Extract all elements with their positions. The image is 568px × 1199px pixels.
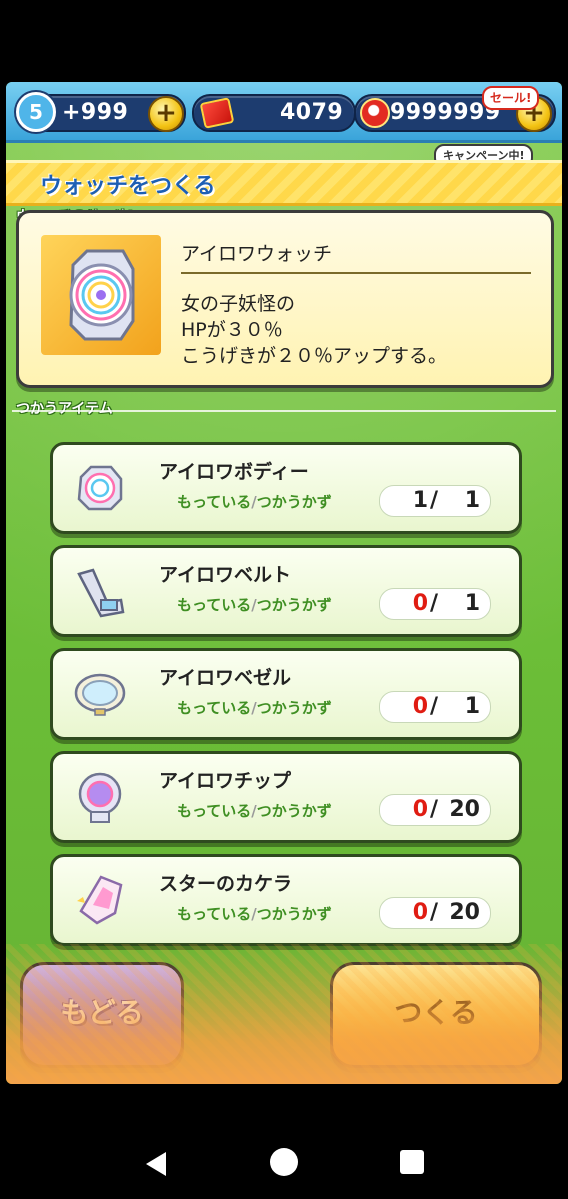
- watch-description-card: アイロワウォッチ 女の子妖怪の HPが３０％ こうげきが２０％アップする。: [16, 210, 554, 388]
- item-name: アイロワボディー: [159, 461, 309, 483]
- item-have-count: 0: [412, 797, 428, 822]
- tickets-value: 4079: [280, 100, 344, 125]
- stamina-value: +999: [62, 100, 129, 125]
- make-button[interactable]: つくる: [330, 962, 542, 1068]
- watch-body-icon: [77, 465, 123, 511]
- nav-home-icon[interactable]: [270, 1148, 298, 1176]
- navigation-bar: [0, 1090, 568, 1199]
- item-row-star-fragment[interactable]: スターのカケラ もっている/つかうかず 0 / 20: [50, 854, 522, 946]
- watch-icon: [69, 249, 135, 341]
- item-name: アイロワベルト: [159, 564, 292, 586]
- item-owned-label: もっている/つかうかず: [177, 802, 332, 820]
- game-screen: +999 + 5 4079 9999999 + セール! キャンペーン中! ウォ…: [6, 82, 562, 1084]
- count-slash: /: [430, 591, 439, 616]
- item-name: スターのカケラ: [159, 873, 293, 895]
- item-count: 0 / 1: [379, 691, 491, 723]
- items-divider: [12, 410, 556, 412]
- description-line-3: こうげきが２０％アップする。: [181, 345, 448, 367]
- watch-chip-icon: [78, 772, 122, 823]
- currency-bar: +999 + 5 4079 9999999 + セール!: [6, 82, 562, 143]
- description-line-1: 女の子妖怪の: [181, 293, 296, 315]
- item-need-count: 20: [449, 900, 480, 925]
- watch-bezel-icon: [74, 673, 126, 716]
- item-name: アイロワベゼル: [159, 667, 292, 689]
- status-bar: [0, 0, 568, 82]
- count-slash: /: [430, 488, 439, 513]
- watch-thumbnail: [41, 235, 161, 355]
- item-row-bezel[interactable]: アイロワベゼル もっている/つかうかず 0 / 1: [50, 648, 522, 740]
- item-owned-label: もっている/つかうかず: [177, 699, 332, 717]
- item-count: 0 / 20: [379, 794, 491, 826]
- item-owned-label: もっている/つかうかず: [177, 905, 332, 923]
- item-need-count: 1: [464, 694, 480, 719]
- item-row-body[interactable]: アイロワボディー もっている/つかうかず 1 / 1: [50, 442, 522, 534]
- nav-recents-icon[interactable]: [400, 1150, 424, 1174]
- item-have-count: 0: [412, 591, 428, 616]
- coin-icon: [360, 98, 390, 128]
- title-banner: ウォッチをつくる: [6, 160, 562, 206]
- item-need-count: 20: [449, 797, 480, 822]
- item-owned-label: もっている/つかうかず: [177, 596, 332, 614]
- add-stamina-button[interactable]: +: [148, 96, 184, 132]
- count-slash: /: [430, 797, 439, 822]
- watch-belt-icon: [77, 568, 125, 618]
- ticket-icon: [199, 97, 235, 129]
- item-count: 0 / 20: [379, 897, 491, 929]
- level-badge: 5: [16, 92, 56, 132]
- item-row-belt[interactable]: アイロワベルト もっている/つかうかず 0 / 1: [50, 545, 522, 637]
- item-name: アイロワチップ: [159, 770, 292, 792]
- tickets-pill: 4079: [192, 94, 356, 132]
- item-row-chip[interactable]: アイロワチップ もっている/つかうかず 0 / 20: [50, 751, 522, 843]
- sale-badge[interactable]: セール!: [482, 86, 540, 110]
- watch-name: アイロワウォッチ: [181, 239, 531, 274]
- star-fragment-icon: [77, 875, 123, 925]
- back-button[interactable]: もどる: [20, 962, 184, 1068]
- count-slash: /: [430, 900, 439, 925]
- item-count: 0 / 1: [379, 588, 491, 620]
- description-line-2: HPが３０％: [181, 319, 283, 341]
- item-need-count: 1: [464, 591, 480, 616]
- items-section-label: つかうアイテム: [16, 401, 113, 417]
- item-owned-label: もっている/つかうかず: [177, 493, 332, 511]
- count-slash: /: [430, 694, 439, 719]
- item-have-count: 0: [412, 900, 428, 925]
- page-title: ウォッチをつくる: [40, 174, 216, 199]
- item-count: 1 / 1: [379, 485, 491, 517]
- nav-back-icon[interactable]: [146, 1152, 166, 1176]
- item-have-count: 1: [412, 488, 428, 513]
- item-need-count: 1: [464, 488, 480, 513]
- item-have-count: 0: [412, 694, 428, 719]
